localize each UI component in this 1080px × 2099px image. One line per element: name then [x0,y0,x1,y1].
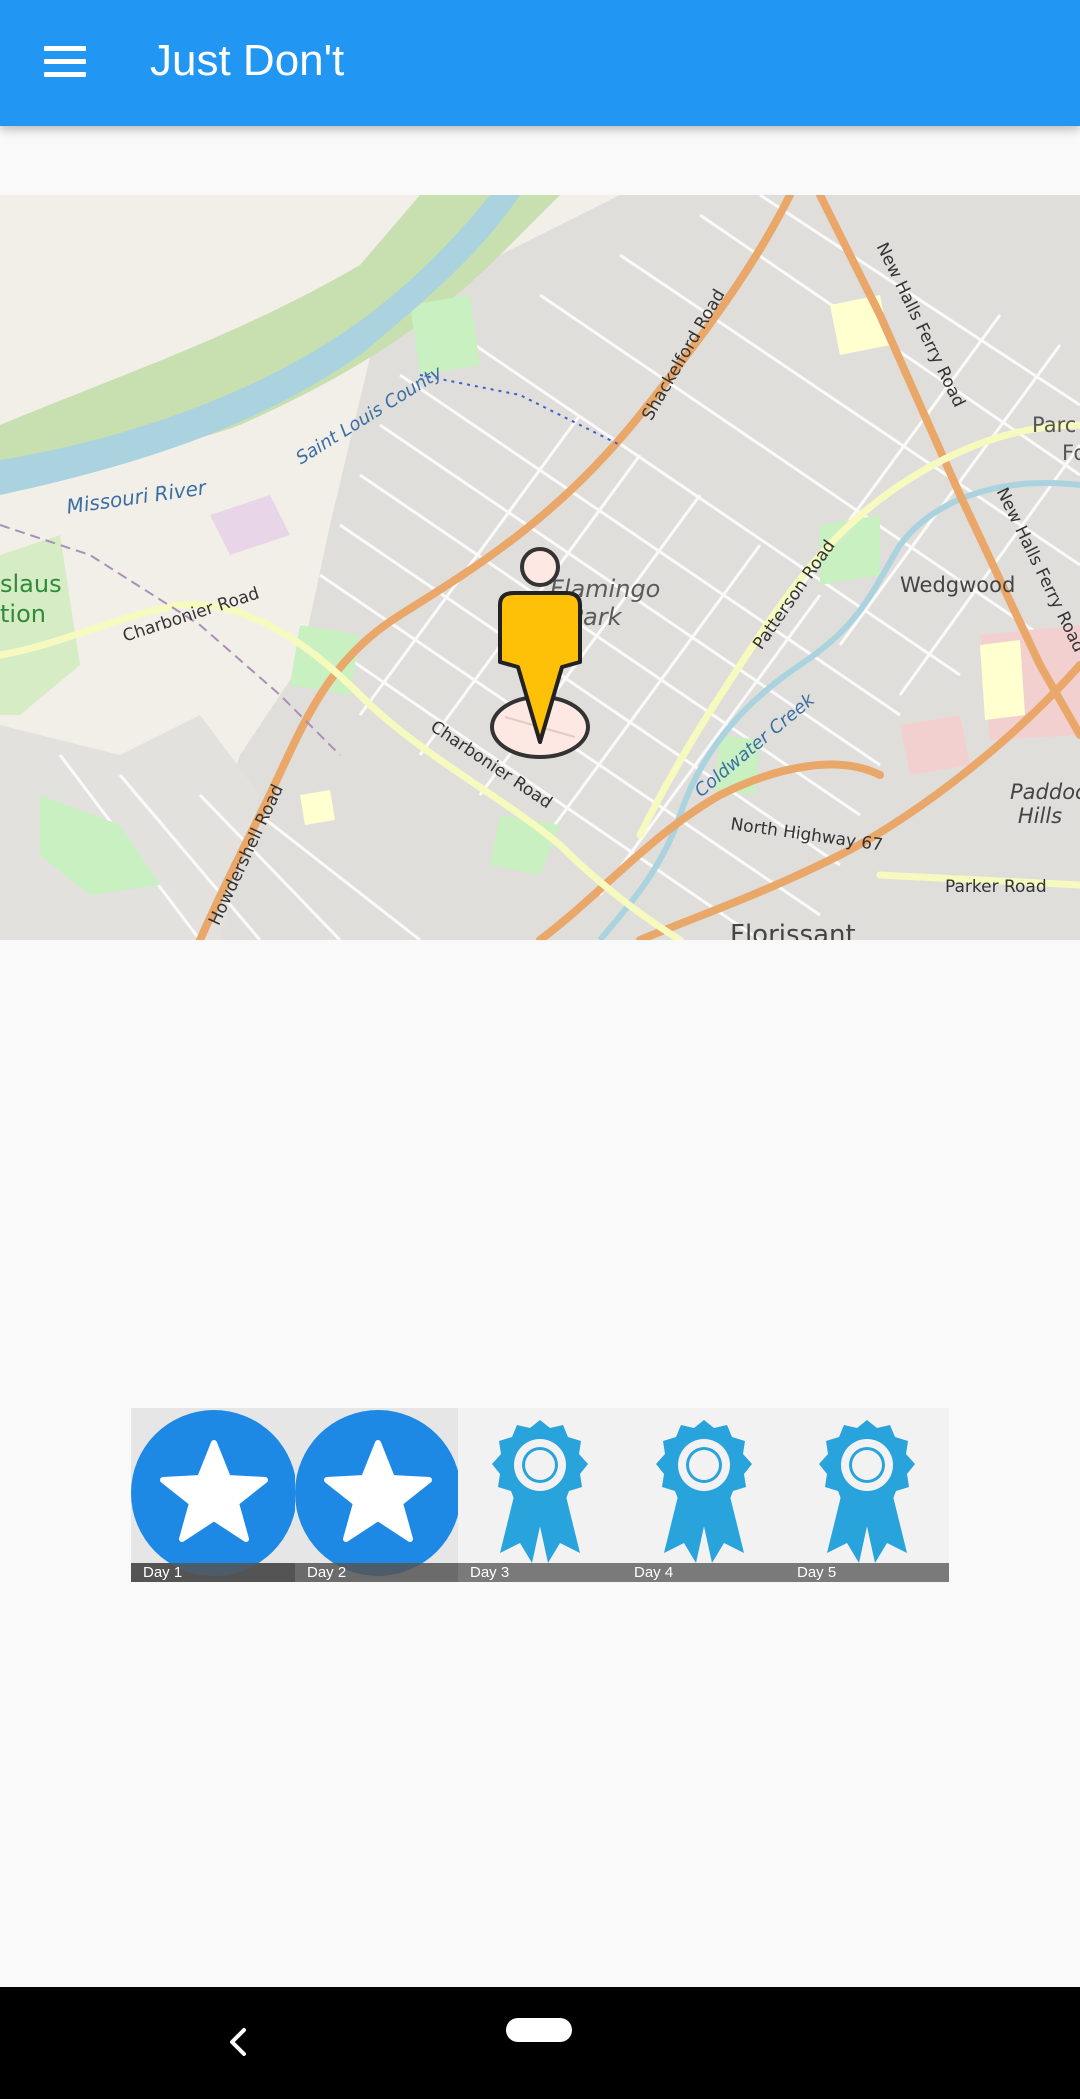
day-label-4: Day 4 [634,1564,674,1581]
map-label-parc-partial: Parc [1032,413,1077,437]
day-progress-strip: Day 1 Day 2 Day 3 Day 4 Day 5 [131,1408,949,1582]
map-label-fo-partial: Fo [1062,441,1080,465]
system-nav-bar [0,1987,1080,2099]
award-ribbon-icon [656,1420,752,1563]
map-label-florissant: Florissant [730,920,856,940]
map-label-paddock-hills: Paddock Hills [1010,780,1080,828]
day-card-1[interactable]: Day 1 [131,1408,297,1582]
map-view[interactable]: Missouri River Saint Louis County Flamin… [0,195,1080,940]
person-location-pin-icon[interactable] [480,547,600,767]
day-label-1: Day 1 [143,1564,183,1581]
award-ribbon-icon [492,1420,588,1563]
award-ribbon-icon [819,1420,915,1563]
home-pill-icon[interactable] [506,2018,572,2042]
day-card-4[interactable]: Day 4 [622,1408,786,1582]
app-title: Just Don't [150,36,345,85]
map-label-stanislaus-partial-2: tion [0,600,46,628]
star-badge-icon [131,1410,297,1576]
map-label-wedgwood: Wedgwood [900,573,1016,597]
hamburger-menu-icon[interactable] [30,38,100,88]
star-badge-icon [295,1410,461,1576]
map-label-stanislaus-partial: slaus [0,570,62,598]
day-label-2: Day 2 [307,1564,347,1581]
back-chevron-icon[interactable] [210,2012,270,2072]
day-card-2[interactable]: Day 2 [295,1408,461,1582]
day-label-3: Day 3 [470,1564,510,1581]
day-card-3[interactable]: Day 3 [458,1408,622,1582]
day-card-5[interactable]: Day 5 [785,1408,949,1582]
app-bar: Just Don't [0,0,1080,126]
day-label-5: Day 5 [797,1564,837,1581]
map-label-parker-road: Parker Road [945,877,1047,897]
